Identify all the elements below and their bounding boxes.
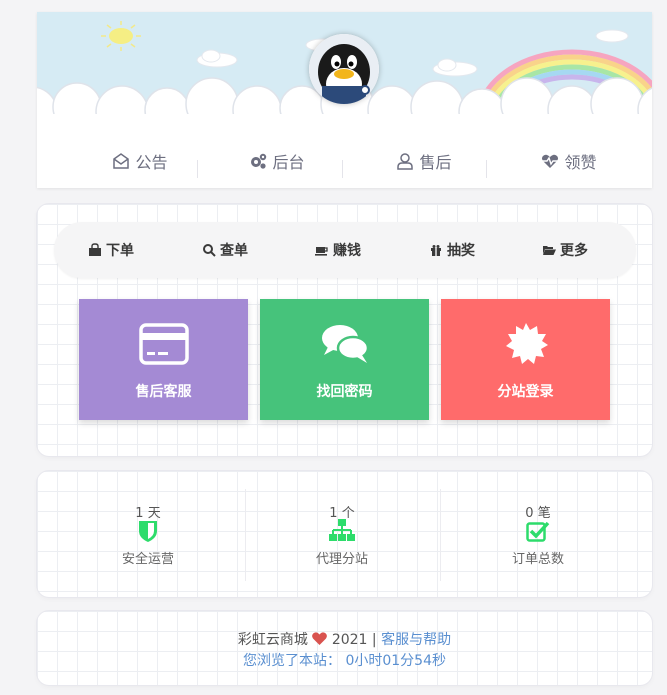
check-square-icon	[526, 521, 550, 542]
heartbeat-icon	[541, 152, 559, 170]
browse-timer: 0小时01分54秒	[345, 653, 446, 669]
stat-label: 安全运营	[121, 552, 174, 567]
nav-label: 领赞	[564, 153, 597, 172]
stat-agents: 1 个 代理分站	[247, 471, 437, 597]
credit-card-icon	[138, 323, 189, 365]
envelope-open-icon	[112, 152, 130, 170]
tile-label: 分站登录	[497, 384, 554, 400]
tab-order[interactable]: 下单	[88, 240, 134, 260]
substation-login-button[interactable]: 分站登录	[441, 299, 610, 420]
penguin-avatar-icon	[309, 34, 379, 104]
tile-label: 找回密码	[316, 384, 373, 400]
nav-item-notice[interactable]: 公告	[100, 146, 180, 176]
coffee-icon	[315, 243, 329, 257]
copyright-year: 2021	[331, 632, 368, 648]
browse-prefix: 您浏览了本站：	[243, 653, 341, 669]
stat-divider	[440, 489, 441, 581]
cogs-icon	[249, 152, 267, 170]
nav-item-likes[interactable]: 领赞	[529, 146, 609, 176]
recover-password-button[interactable]: 找回密码	[260, 299, 429, 420]
nav-label: 公告	[135, 153, 168, 172]
tab-label: 抽奖	[447, 243, 475, 259]
tile-label: 售后客服	[135, 384, 192, 400]
stats-card: 1 天 安全运营 1 个 代理分站 0 笔 订单总数	[37, 471, 652, 597]
footer-divider: |	[371, 632, 377, 648]
tab-earn[interactable]: 赚钱	[315, 240, 361, 260]
nav-divider	[342, 160, 343, 178]
stat-value: 0 笔	[525, 506, 551, 521]
nav-divider	[197, 160, 198, 178]
tab-more[interactable]: 更多	[542, 240, 588, 260]
after-sales-service-button[interactable]: 售后客服	[79, 299, 248, 420]
stat-value: 1 个	[329, 506, 355, 521]
copyright-line: 彩虹云商城 2021 | 客服与帮助	[37, 629, 652, 649]
nav-label: 售后	[419, 153, 452, 172]
user-icon	[396, 152, 414, 170]
nav-divider	[486, 160, 487, 178]
sitemap-icon	[329, 519, 355, 541]
gift-icon	[429, 243, 443, 257]
help-link[interactable]: 客服与帮助	[381, 632, 451, 648]
tab-label: 更多	[560, 243, 588, 259]
search-icon	[202, 243, 216, 257]
tab-query[interactable]: 查单	[202, 240, 248, 260]
stat-divider	[245, 489, 246, 581]
stat-value: 1 天	[135, 506, 161, 521]
browse-time-line: 您浏览了本站： 0小时01分54秒	[37, 650, 652, 670]
tab-lottery[interactable]: 抽奖	[429, 240, 475, 260]
tab-label: 查单	[220, 243, 248, 259]
folder-open-icon	[542, 243, 556, 257]
nav-label: 后台	[272, 153, 305, 172]
header-card: 公告 后台 售后 领赞	[37, 12, 652, 188]
tab-label: 下单	[106, 243, 134, 259]
heart-icon	[312, 632, 328, 645]
stat-orders: 0 笔 订单总数	[443, 471, 633, 597]
stat-uptime: 1 天 安全运营	[53, 471, 243, 597]
footer-card: 彩虹云商城 2021 | 客服与帮助 您浏览了本站： 0小时01分54秒	[37, 611, 652, 685]
brand-name: 彩虹云商城	[237, 632, 308, 648]
avatar[interactable]	[309, 34, 379, 104]
stat-label: 代理分站	[315, 552, 368, 567]
shopping-bag-icon	[88, 243, 102, 257]
tab-label: 赚钱	[333, 243, 361, 259]
nav-item-support[interactable]: 售后	[384, 146, 464, 176]
stat-label: 订单总数	[511, 552, 564, 567]
menu-card: 下单 查单 赚钱 抽奖 更多 售后客服 找回密码 分站登录	[37, 204, 652, 456]
nav-item-admin[interactable]: 后台	[237, 146, 317, 176]
comments-icon	[321, 325, 369, 363]
certificate-icon	[505, 323, 548, 364]
shield-icon	[139, 521, 157, 542]
